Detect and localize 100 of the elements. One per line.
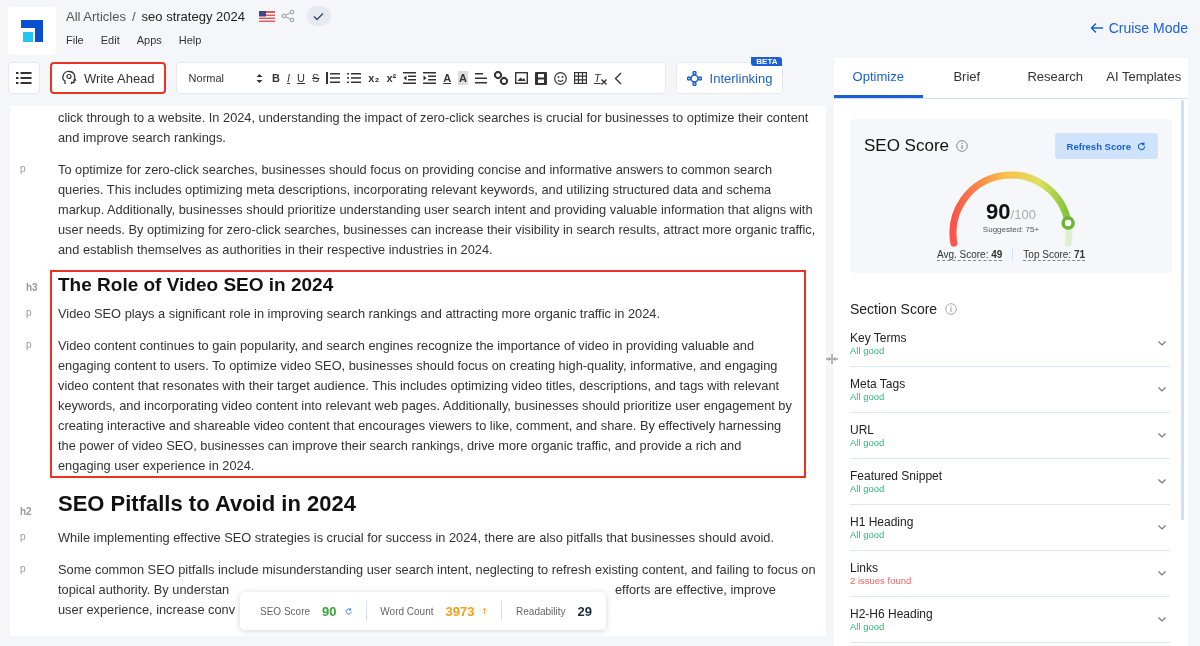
x-icon <box>600 79 607 85</box>
chevron-down-icon <box>1158 387 1166 392</box>
arrow-left-icon <box>1089 22 1104 34</box>
logo-icon <box>19 18 45 44</box>
section-score-item[interactable]: Key Terms All good <box>850 321 1170 367</box>
menu-item[interactable]: File <box>66 34 84 46</box>
section-status: All good <box>850 437 885 448</box>
image-icon[interactable] <box>515 72 529 84</box>
refresh-score-button[interactable]: Refresh Score <box>1054 133 1158 159</box>
paragraph-line: efforts are effective, improve <box>615 581 776 599</box>
refresh-icon <box>1137 141 1146 151</box>
score-value: 90 <box>986 199 1011 224</box>
seo-score-label: SEO Score <box>260 605 311 617</box>
section-name: Featured Snippet <box>850 469 943 483</box>
score-max: /100 <box>1010 207 1036 222</box>
section-score-item[interactable]: Meta Tags All good <box>850 367 1170 413</box>
menu-item[interactable]: Edit <box>100 34 120 46</box>
menu-item[interactable]: Apps <box>136 34 162 46</box>
section-score-item[interactable]: URL All good <box>850 413 1170 459</box>
network-icon <box>686 70 702 86</box>
head-icon <box>61 70 77 86</box>
menu-item[interactable]: Help <box>178 34 202 46</box>
clear-format-button[interactable]: T <box>594 71 607 85</box>
outdent-icon[interactable] <box>403 72 417 84</box>
panel-tab[interactable]: Research <box>1011 58 1100 98</box>
check-icon <box>313 11 325 21</box>
readability-label: Readability <box>516 605 566 617</box>
indent-icon[interactable] <box>423 72 437 84</box>
panel-tab[interactable]: Brief <box>922 58 1011 98</box>
section-score-item[interactable]: Featured Snippet All good <box>850 459 1170 505</box>
paragraph: To optimize for zero-click searches, businesses should focus on providing concise and informative answers to common search queries. This includes optimizing meta descriptions, incorporating relevant keywords, and utilizing structured data and schema markup. Additionally, businesses should prioritize understanding user search intent and providing valuable information that aligns with user needs. By optimizing for zero-click searches, businesses can increase their visibility in search results, attract more organic traffic, and establish themselves as authorities in their respective industries in 2024. <box>58 161 816 259</box>
beta-badge: BETA <box>751 57 783 66</box>
section-score-item[interactable]: Links 2 issues found <box>850 551 1170 597</box>
highlight-button[interactable]: A <box>458 71 469 85</box>
strikethrough-button[interactable]: S <box>312 71 320 85</box>
section-score-item[interactable]: H1 Heading All good <box>850 505 1170 551</box>
paragraph-line: Some common SEO pitfalls include misunderstanding user search intent, neglecting to refresh existing content, and failing to focus on <box>58 561 816 579</box>
style-dropdown[interactable]: Normal <box>188 72 264 84</box>
block-type-label: h2 <box>20 505 32 519</box>
cruise-mode-link[interactable]: Cruise Mode <box>1089 20 1188 36</box>
panel-tab[interactable]: AI Templates <box>1099 58 1188 98</box>
section-name: URL <box>850 423 875 437</box>
panel-tab[interactable]: Optimize <box>834 58 923 98</box>
breadcrumb-link[interactable]: All Articles <box>66 8 126 24</box>
section-name: Links <box>850 561 879 575</box>
sort-caret-icon <box>256 72 264 84</box>
table-icon[interactable] <box>574 72 588 84</box>
bullet-list-icon[interactable] <box>347 72 362 84</box>
emoji-icon[interactable] <box>554 71 568 85</box>
app-logo[interactable] <box>8 7 56 55</box>
suggested-score: Suggested: 75+ <box>982 225 1040 234</box>
status-button[interactable] <box>306 6 331 26</box>
chevron-left-icon[interactable] <box>613 71 622 85</box>
section-status: All good <box>850 621 886 632</box>
section-name: H1 Heading <box>850 515 914 529</box>
chevron-down-icon <box>1158 525 1166 530</box>
section-name: Meta Tags <box>850 377 906 391</box>
paragraph: While implementing effective SEO strategies is crucial for success in 2024, there are also pitfalls that businesses should avoid. <box>58 529 776 547</box>
info-icon[interactable] <box>956 140 969 152</box>
section-status: 2 issues found <box>850 575 912 586</box>
italic-button[interactable]: I <box>287 71 291 85</box>
paragraph-line: user experience, increase conv <box>58 601 236 619</box>
resize-handle-icon[interactable] <box>826 354 838 364</box>
chevron-down-icon <box>1158 341 1166 346</box>
section-status: All good <box>850 483 886 494</box>
paragraph: click through to a website. In 2024, understanding the impact of zero-click searches is crucial for businesses to optimize their content and improve search rankings. <box>58 109 810 147</box>
outline-button[interactable] <box>8 62 40 94</box>
underline-button[interactable]: U <box>297 71 305 85</box>
breadcrumb-separator: / <box>131 8 136 24</box>
bold-button[interactable]: B <box>272 71 280 85</box>
section-status: All good <box>850 391 886 402</box>
article-title: seo strategy 2024 <box>141 8 245 24</box>
section-status: All good <box>850 345 886 356</box>
readability-value: 29 <box>577 603 592 619</box>
flag-icon[interactable] <box>258 10 275 22</box>
block-type-label: p <box>20 531 26 542</box>
link-icon[interactable] <box>494 71 509 85</box>
video-icon[interactable] <box>535 71 548 85</box>
paragraph: Video SEO plays a significant role in improving search rankings and attracting more organic traffic in 2024. <box>58 305 661 323</box>
section-heading: SEO Pitfalls to Avoid in 2024 <box>58 490 357 518</box>
paragraph: Video content continues to gain popularity, and search engines recognize the importance of video in providing valuable and engaging content to users. To optimize video SEO, businesses should focus on creating high-quality, informative, and engaging video content that resonates with their target audience. This includes optimizing video titles, descriptions, and tags with relevant keywords, and incorporating video content into relevant web pages. Additionally, businesses should prioritize user engagement by creating interactive and shareable video content that encourages viewers to like, comment, and share. By effectively harnessing the power of video SEO, businesses can improve their search rankings, drive more organic traffic, and provide a rich and engaging user experience in 2024. <box>58 337 793 475</box>
numbered-list-icon[interactable] <box>326 72 341 84</box>
section-heading: The Role of Video SEO in 2024 <box>58 273 335 297</box>
block-type-label: p <box>20 563 26 574</box>
superscript-button[interactable]: x² <box>386 71 397 85</box>
block-type-label: p <box>26 339 32 350</box>
card-title: SEO Score <box>864 136 950 156</box>
align-icon[interactable] <box>475 72 488 84</box>
section-score-item[interactable]: H2-H6 Heading All good <box>850 597 1170 643</box>
section-score-title: Section Score <box>850 301 938 317</box>
chevron-down-icon <box>1158 571 1166 576</box>
word-count-label: Word Count <box>380 605 434 617</box>
word-count-value: 3973 <box>445 603 475 619</box>
write-ahead-button[interactable]: Write Ahead <box>50 62 166 94</box>
text-color-button[interactable]: A <box>443 71 452 85</box>
block-type-label: p <box>20 163 26 174</box>
block-type-label: p <box>26 307 32 318</box>
paragraph-line: topical authority. By understan <box>58 581 230 599</box>
subscript-button[interactable]: x₂ <box>368 71 380 85</box>
section-name: Key Terms <box>850 331 907 345</box>
